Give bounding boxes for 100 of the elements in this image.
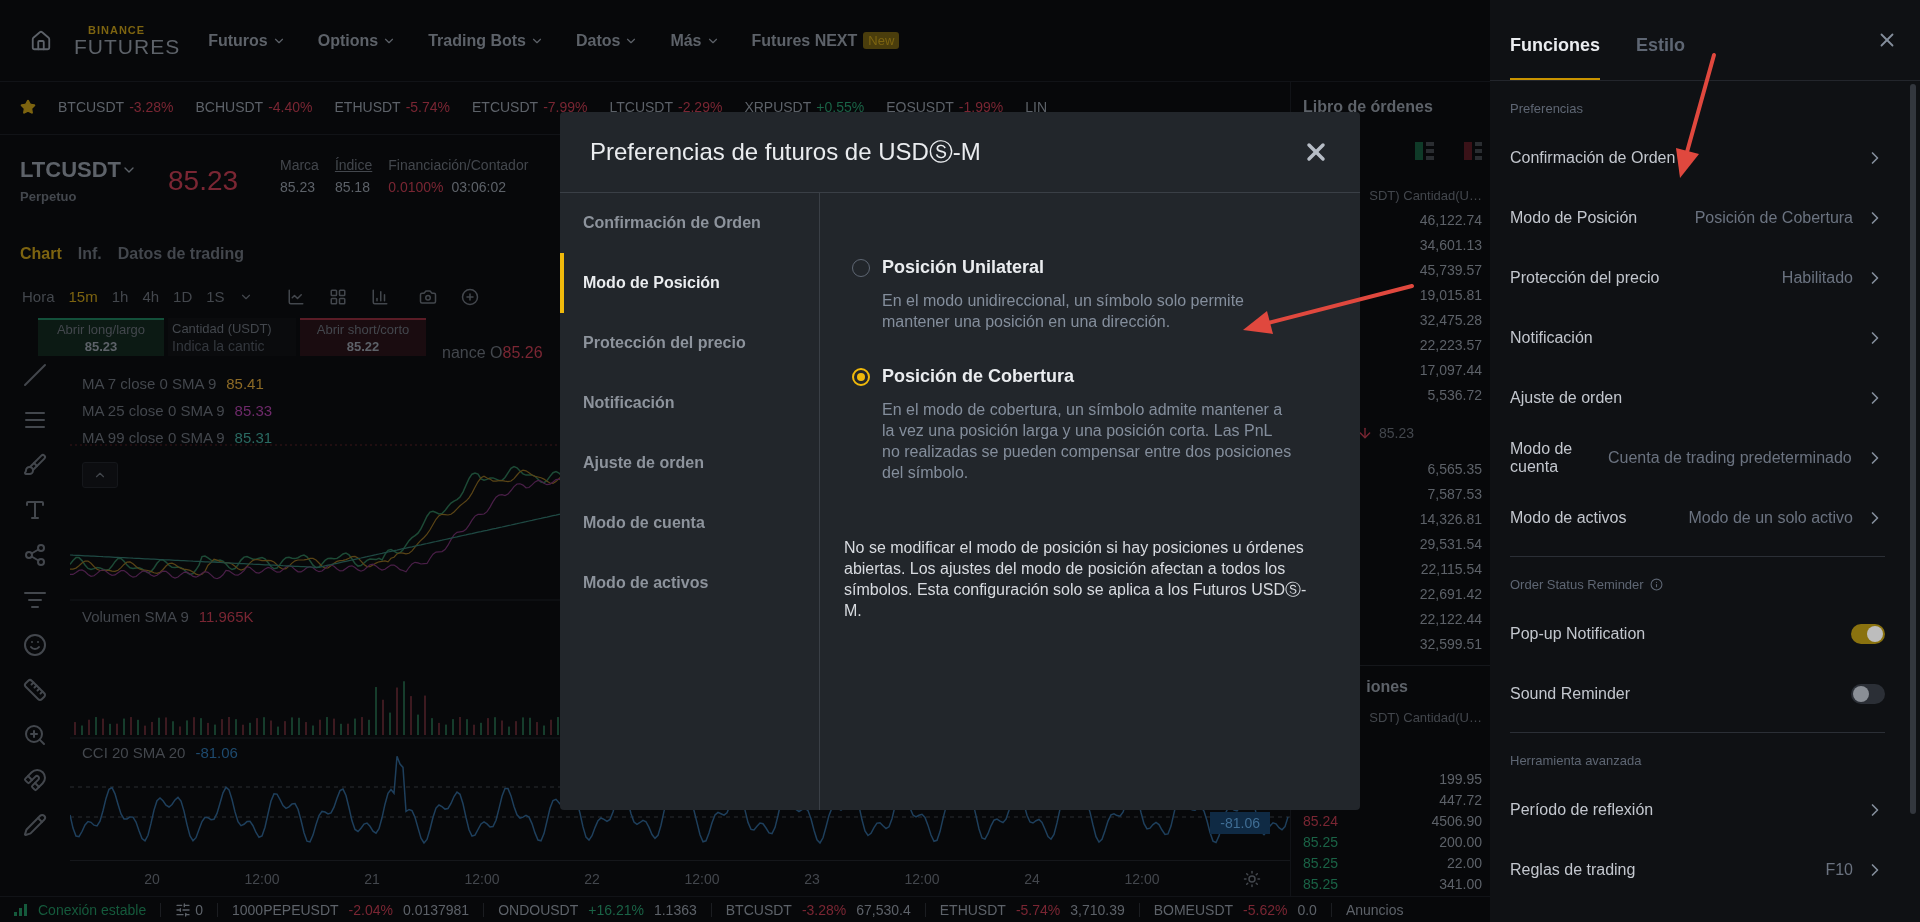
open-short-button[interactable]: Abrir short/corto 85.22 (300, 318, 426, 356)
nav-menu[interactable]: Más (670, 31, 720, 50)
ticker-symbol[interactable]: BTCUSDT (725, 901, 792, 918)
ticker-symbol[interactable]: ETCUSDT (472, 99, 539, 115)
axis-label: 21 (363, 870, 381, 887)
ticker-price: 3,710.39 (1070, 901, 1125, 918)
dialog-nav-item[interactable]: Protección del precio (560, 313, 819, 373)
ticker-symbol[interactable]: BTCUSDT (58, 99, 125, 115)
ticker-symbol[interactable]: EOSUSDT (886, 99, 954, 115)
ticker-change: +16.21% (588, 901, 644, 918)
ticker-symbol[interactable]: BOMEUSDT (1153, 901, 1234, 918)
indicator-value: -81.06 (195, 744, 238, 761)
favorite-star-icon[interactable] (20, 99, 36, 115)
orderbook-amount: 22,223.57 (1419, 336, 1482, 355)
trend-line-icon[interactable] (23, 363, 47, 387)
funding-countdown: 03:06:02 (451, 179, 507, 195)
dialog-nav-item[interactable]: Modo de Posición (560, 253, 819, 313)
contract-type: Perpetuo (20, 189, 78, 204)
orderbook-amount: 22,691.42 (1419, 585, 1482, 604)
interval-option[interactable]: 1S (206, 288, 225, 305)
emoji-icon[interactable] (23, 633, 47, 657)
ticker-price: 0.0137981 (402, 901, 470, 918)
trade-amount: 447.72 (1439, 791, 1482, 808)
nav-link[interactable]: Futures NEXT (751, 31, 858, 50)
indicator-label: CCI 20 SMA 20 (82, 744, 186, 761)
ticker-symbol[interactable]: BCHUSDT (195, 99, 264, 115)
ticker-change: -2.04% (348, 901, 393, 918)
dialog-nav-item[interactable]: Notificación (560, 373, 819, 433)
symbol-selector[interactable]: LTCUSDT (20, 157, 168, 183)
radio-option[interactable]: Posición de Cobertura (852, 366, 1075, 387)
ticker-symbol[interactable]: 1000PEPEUSDT (232, 901, 339, 918)
dialog-nav-item[interactable]: Ajuste de orden (560, 433, 819, 493)
orderbook-amount: 32,475.28 (1419, 311, 1482, 330)
nav-menu[interactable]: Datos (575, 31, 639, 50)
dialog-nav-item[interactable]: Confirmación de Orden (560, 193, 819, 253)
asks-layout-icon[interactable] (1463, 142, 1482, 160)
chart-tab[interactable]: Datos de trading (117, 245, 244, 263)
interval-option[interactable]: 4h (142, 288, 160, 305)
ticker-symbol[interactable]: ETHUSDT (939, 901, 1006, 918)
indicator-label: Volumen SMA 9 (82, 608, 189, 625)
nav-menu[interactable]: Futuros (208, 31, 286, 50)
dialog-nav-item[interactable]: Modo de cuenta (560, 493, 819, 553)
orderbook-amount: 45,739.57 (1419, 261, 1482, 280)
zoom-in-icon[interactable] (23, 723, 47, 747)
chart-tab[interactable]: Chart (20, 245, 62, 263)
camera-icon[interactable] (418, 287, 437, 306)
axis-label: 12:00 (903, 870, 941, 887)
radio-icon[interactable] (852, 367, 870, 386)
filter-icon[interactable] (175, 901, 192, 918)
orderbook-amount: 34,601.13 (1419, 236, 1482, 255)
orderbook-amount: 29,531.54 (1419, 535, 1482, 554)
ticker-symbol[interactable]: LTCUSDT (609, 99, 673, 115)
announcements-link[interactable]: Anuncios (1345, 901, 1404, 918)
nav-menu[interactable]: Options (317, 31, 397, 50)
indicator-icon[interactable] (286, 287, 305, 306)
text-tool-icon[interactable] (23, 498, 47, 522)
add-icon[interactable] (460, 287, 479, 306)
stat-value: 0.0100% (388, 179, 444, 195)
setting-label: Confirmación de Orden (1510, 149, 1676, 167)
grid-icon[interactable] (328, 287, 347, 306)
toggle-switch[interactable] (1851, 684, 1885, 704)
radio-option[interactable]: Posición Unilateral (852, 257, 1045, 278)
panel-tab[interactable]: Estilo (1636, 35, 1686, 80)
open-long-button[interactable]: Abrir long/largo 85.23 (38, 318, 164, 356)
setting-label: Modo de cuenta (1510, 440, 1574, 476)
settings-icon[interactable] (1243, 869, 1261, 888)
toggle-switch[interactable] (1851, 624, 1885, 644)
magnet-icon[interactable] (23, 768, 47, 792)
ticker-symbol[interactable]: LIN (1025, 99, 1047, 115)
bids-layout-icon[interactable] (1415, 142, 1434, 160)
setting-label: Pop-up Notification (1510, 625, 1646, 643)
brush-icon[interactable] (23, 453, 47, 477)
ticker-symbol[interactable]: XRPUSDT (744, 99, 812, 115)
indicator-value: 85.31 (234, 429, 273, 446)
ticker-change: -3.28% (801, 901, 847, 918)
panel-tab[interactable]: Funciones (1510, 35, 1600, 80)
scrollbar[interactable] (1910, 84, 1916, 814)
ticker-symbol[interactable]: ETHUSDT (334, 99, 401, 115)
option-description: En el modo de cobertura, un símbolo admite mantener a la vez una posición larga y una posición corta. Las PnL no realizadas se pueden compensar entre dos posiciones del símbolo. (881, 400, 1292, 483)
ruler-icon[interactable] (23, 678, 47, 702)
interval-option[interactable]: 1D (173, 288, 193, 305)
option-description: En el modo unidireccional, un símbolo solo permite mantener una posición en una dirección. (881, 291, 1245, 332)
interval-option[interactable]: 15m (68, 288, 98, 305)
ticker-change: -7.99% (543, 99, 588, 115)
ticker-symbol[interactable]: ONDOUSDT (498, 901, 579, 918)
setting-label: Período de reflexión (1510, 801, 1654, 819)
orderbook-amount: 19,015.81 (1419, 286, 1482, 305)
interval-option[interactable]: 1h (111, 288, 129, 305)
chart-tab[interactable]: Inf. (77, 245, 102, 263)
pencil-icon[interactable] (23, 813, 47, 837)
home-icon[interactable] (30, 29, 52, 52)
interval-option[interactable]: Hora (22, 288, 55, 305)
field-label: Cantidad (USDT) (172, 320, 273, 336)
dialog-nav-item[interactable]: Modo de activos (560, 553, 819, 613)
axis-label: 23 (803, 870, 821, 887)
last-price: 85.23 (168, 164, 240, 197)
axis-label: 12:00 (1123, 870, 1161, 887)
nav-menu[interactable]: Trading Bots (428, 31, 544, 50)
setting-value: Posición de Cobertura (1694, 209, 1853, 227)
bar-chart-icon[interactable] (370, 287, 389, 306)
